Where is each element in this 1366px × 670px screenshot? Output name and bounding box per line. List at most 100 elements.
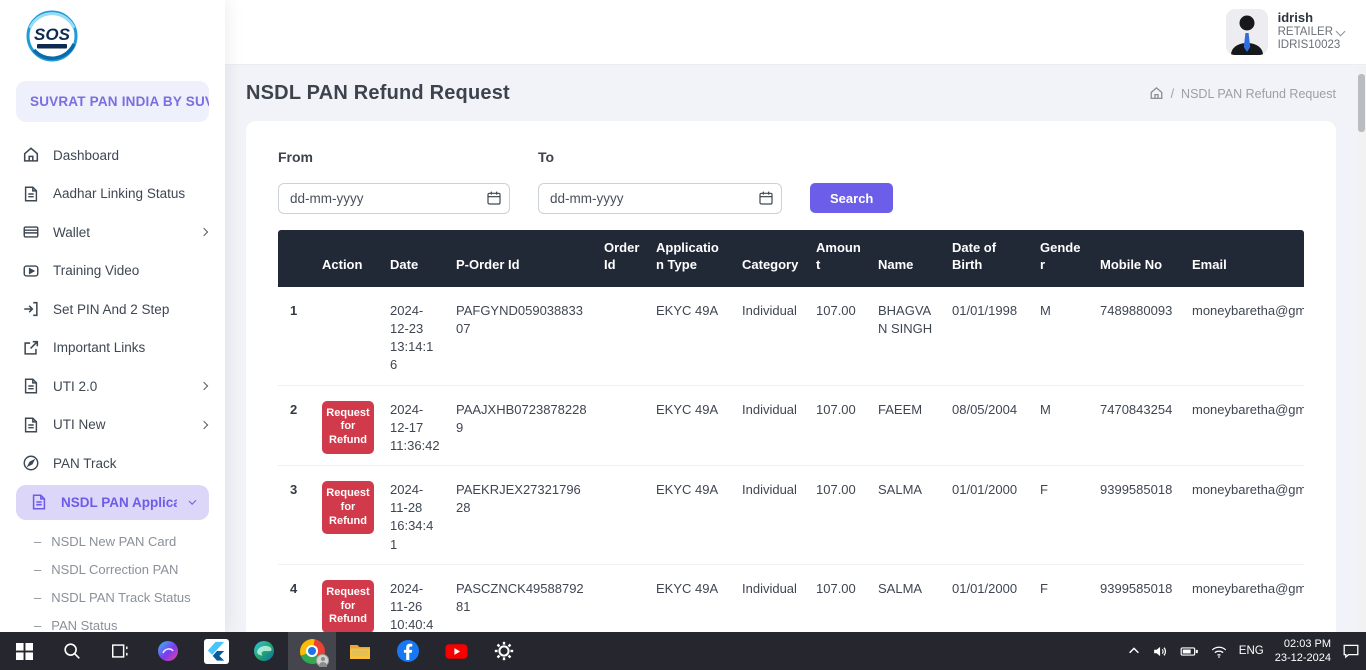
main-content: NSDL PAN Refund Request / NSDL PAN Refun… <box>225 65 1366 632</box>
compass-icon <box>22 454 40 472</box>
user-meta: idrish RETAILER IDRIS10023 <box>1278 11 1344 52</box>
brand-name: SUVRAT PAN INDIA BY SUVR <box>16 81 209 122</box>
sidebar-item-uti-2-0[interactable]: UTI 2.0 <box>0 367 225 406</box>
table-row: 1 2024-12-23 13:14:16 PAFGYND05903883307… <box>278 287 1304 385</box>
facebook-button[interactable] <box>384 632 432 670</box>
chevron-right-icon <box>200 228 208 236</box>
battery-button[interactable] <box>1180 644 1199 659</box>
wallet-icon <box>22 223 40 241</box>
sidebar-subitem-pan-status[interactable]: PAN Status <box>0 612 225 633</box>
breadcrumb: / NSDL PAN Refund Request <box>1149 86 1336 101</box>
page-scrollbar[interactable] <box>1357 66 1366 632</box>
language-indicator[interactable]: ENG <box>1239 645 1264 657</box>
external-link-icon <box>22 339 40 357</box>
start-button[interactable] <box>0 632 48 670</box>
volume-button[interactable] <box>1152 643 1169 660</box>
gear-icon <box>493 640 515 662</box>
sidebar-subitem-nsdl-correction-pan[interactable]: NSDL Correction PAN <box>0 556 225 584</box>
action-cell: Request for Refund <box>314 385 382 466</box>
action-cell <box>314 287 382 385</box>
logo[interactable]: SOS <box>0 0 225 71</box>
edge-icon <box>252 639 276 663</box>
request-refund-button[interactable]: Request for Refund <box>322 481 374 534</box>
col-action: Action <box>314 230 382 287</box>
login-icon <box>22 300 40 318</box>
user-menu[interactable]: idrish RETAILER IDRIS10023 <box>1226 9 1344 55</box>
notification-icon <box>1342 643 1360 659</box>
from-field: From <box>278 149 510 214</box>
copilot-button[interactable] <box>144 632 192 670</box>
search-icon <box>62 641 82 661</box>
col-index <box>278 230 314 287</box>
youtube-icon <box>444 639 469 664</box>
chevron-right-icon <box>200 382 208 390</box>
calendar-icon[interactable] <box>758 190 774 206</box>
breadcrumb-current: NSDL PAN Refund Request <box>1181 87 1336 101</box>
chevron-right-icon <box>200 421 208 429</box>
sidebar-item-wallet[interactable]: Wallet <box>0 213 225 252</box>
video-icon <box>22 262 40 280</box>
col-gender: Gender <box>1032 230 1092 287</box>
document-icon <box>22 185 40 203</box>
user-role-dropdown[interactable]: RETAILER <box>1278 26 1344 39</box>
edge-button[interactable] <box>240 632 288 670</box>
taskbar-search-button[interactable] <box>48 632 96 670</box>
sidebar-item-dashboard[interactable]: Dashboard <box>0 136 225 175</box>
user-name: idrish <box>1278 11 1344 26</box>
request-refund-button[interactable]: Request for Refund <box>322 580 374 632</box>
filter-bar: From To Search <box>278 149 1304 214</box>
table-header-row: Action Date P-Order Id Order Id Applicat… <box>278 230 1304 287</box>
to-label: To <box>538 149 782 165</box>
file-explorer-button[interactable] <box>336 632 384 670</box>
tray-expand-button[interactable] <box>1127 644 1141 658</box>
page-scrollbar-thumb[interactable] <box>1358 74 1365 132</box>
svg-text:SOS: SOS <box>34 25 71 44</box>
calendar-icon[interactable] <box>486 190 502 206</box>
copilot-icon <box>156 639 180 663</box>
from-date-input[interactable] <box>278 183 510 214</box>
home-icon[interactable] <box>1149 86 1164 101</box>
taskbar: ENG 02:03 PM 23-12-2024 <box>0 632 1366 670</box>
action-cell: Request for Refund <box>314 466 382 565</box>
from-label: From <box>278 149 510 165</box>
wifi-icon <box>1210 644 1228 659</box>
request-refund-button[interactable]: Request for Refund <box>322 401 374 454</box>
sidebar-item-important-links[interactable]: Important Links <box>0 329 225 368</box>
sidebar-subitem-nsdl-pan-track-status[interactable]: NSDL PAN Track Status <box>0 584 225 612</box>
to-date-input[interactable] <box>538 183 782 214</box>
col-category: Category <box>734 230 808 287</box>
sidebar-subnav: NSDL New PAN Card NSDL Correction PAN NS… <box>0 528 225 633</box>
sidebar-item-uti-new[interactable]: UTI New <box>0 406 225 445</box>
sidebar-item-pan-track[interactable]: PAN Track <box>0 444 225 483</box>
home-icon <box>22 146 40 164</box>
avatar <box>1226 9 1268 55</box>
flutter-app-button[interactable] <box>192 632 240 670</box>
sidebar-item-training-video[interactable]: Training Video <box>0 252 225 291</box>
col-email: Email <box>1184 230 1304 287</box>
col-application-type: Application Type <box>648 230 734 287</box>
col-amount: Amount <box>808 230 870 287</box>
table-row: 3 Request for Refund 2024-11-28 16:34:41… <box>278 466 1304 565</box>
task-view-button[interactable] <box>96 632 144 670</box>
chrome-button[interactable] <box>288 632 336 670</box>
settings-button[interactable] <box>480 632 528 670</box>
col-name: Name <box>870 230 944 287</box>
chrome-profile-badge <box>316 654 329 667</box>
sidebar-item-nsdl-pan-application[interactable]: NSDL PAN Application <box>16 485 209 520</box>
notifications-button[interactable] <box>1342 643 1360 659</box>
youtube-button[interactable] <box>432 632 480 670</box>
col-date: Date <box>382 230 448 287</box>
document-icon <box>22 416 40 434</box>
user-silhouette-icon <box>1226 9 1268 55</box>
sidebar-item-set-pin[interactable]: Set PIN And 2 Step <box>0 290 225 329</box>
wifi-button[interactable] <box>1210 644 1228 659</box>
clock[interactable]: 02:03 PM 23-12-2024 <box>1275 637 1331 666</box>
search-button[interactable]: Search <box>810 183 893 213</box>
table-row: 2 Request for Refund 2024-12-17 11:36:42… <box>278 385 1304 466</box>
system-tray: ENG 02:03 PM 23-12-2024 <box>1127 632 1366 670</box>
sidebar-subitem-nsdl-new-pan-card[interactable]: NSDL New PAN Card <box>0 528 225 556</box>
sidebar-item-aadhar-linking-status[interactable]: Aadhar Linking Status <box>0 175 225 214</box>
user-id: IDRIS10023 <box>1278 39 1344 52</box>
screen: idrish RETAILER IDRIS10023 SOS SUVRAT PA… <box>0 0 1366 670</box>
battery-icon <box>1180 644 1199 659</box>
